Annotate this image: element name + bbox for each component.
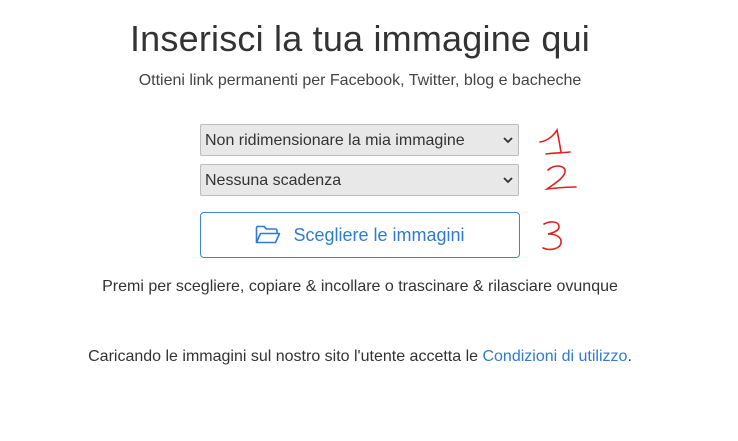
choose-images-button[interactable]: Scegliere le immagini — [200, 212, 520, 258]
resize-select-control[interactable]: Non ridimensionare la mia immagine — [201, 125, 518, 155]
terms-suffix: . — [627, 348, 632, 365]
page-title: Inserisci la tua immagine qui — [129, 18, 590, 59]
choose-images-label: Scegliere le immagini — [293, 224, 465, 245]
annotation-number-1 — [539, 127, 571, 155]
expiry-select[interactable]: Nessuna scadenza — [200, 164, 519, 196]
resize-select[interactable]: Non ridimensionare la mia immagine — [200, 124, 519, 156]
terms-link[interactable]: Condizioni di utilizzo — [482, 348, 627, 365]
terms-prefix: Caricando le immagini sul nostro sito l'… — [88, 348, 483, 365]
upload-hint: Premi per scegliere, copiare & incollare… — [102, 278, 618, 295]
annotation-number-2 — [544, 165, 577, 191]
page-subtitle: Ottieni link permanenti per Facebook, Tw… — [138, 72, 582, 89]
annotation-number-3 — [542, 221, 562, 251]
expiry-select-control[interactable]: Nessuna scadenza — [201, 165, 518, 195]
folder-open-icon — [256, 225, 281, 244]
terms-text: Caricando le immagini sul nostro sito l'… — [0, 348, 720, 366]
